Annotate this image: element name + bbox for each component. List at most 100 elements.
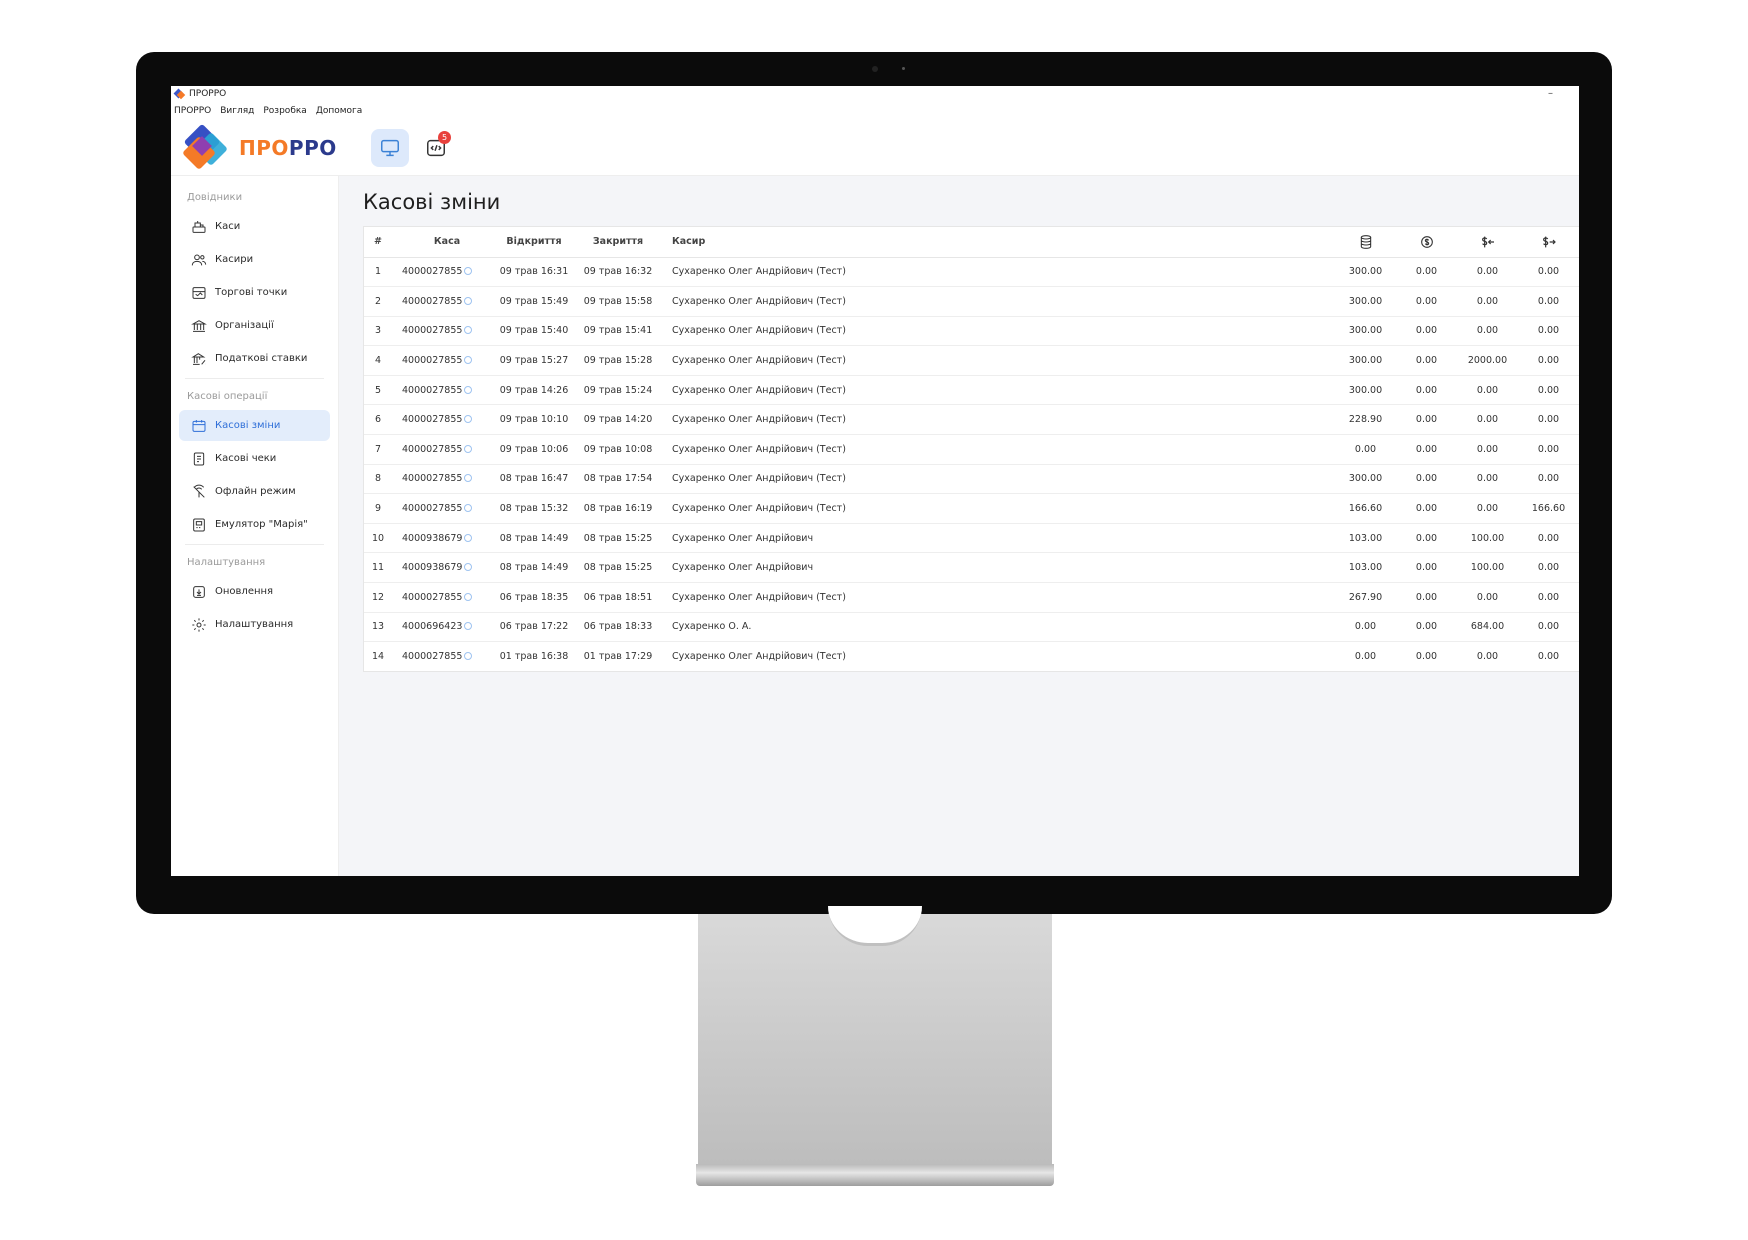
table-row[interactable]: 14 4000027855 01 трав 16:38 01 трав 17:29 Су… [364, 642, 1579, 672]
info-icon[interactable] [464, 474, 473, 483]
col-header-sales[interactable] [1335, 227, 1396, 258]
info-icon[interactable] [464, 533, 473, 542]
table-row[interactable]: 12 4000027855 06 трав 18:35 06 трав 18:51 Су… [364, 582, 1579, 613]
download-icon [193, 585, 205, 598]
col-header-cash-in[interactable] [1457, 227, 1518, 258]
col-header-kasa[interactable]: Каса [392, 227, 492, 258]
coins-stack-icon [1360, 234, 1371, 249]
info-icon[interactable] [464, 356, 473, 365]
cell-close-text: 09 трав 15:41 [583, 325, 653, 337]
cell-cash-in-text: 0.00 [1476, 503, 1499, 515]
cell-kasa-text: 4000027855 [402, 266, 463, 278]
col-header-close[interactable]: Закриття [576, 227, 660, 258]
sidebar-item-receipts[interactable]: Касові чеки [179, 443, 330, 474]
col-header-returns[interactable] [1396, 227, 1457, 258]
page-title: Касові зміни [363, 190, 501, 214]
cell-close: 01 трав 17:29 [576, 642, 660, 672]
table-row[interactable]: 13 4000696423 06 трав 17:22 06 трав 18:33 Су… [364, 612, 1579, 643]
cell-cash-in: 100.00 [1457, 552, 1518, 584]
cell-close: 06 трав 18:33 [576, 612, 660, 643]
cell-num: 8 [364, 464, 392, 495]
info-icon[interactable] [464, 444, 473, 453]
sidebar-item-tax-rates[interactable]: Податкові ставки [179, 343, 330, 374]
developer-button[interactable]: 5 [417, 129, 455, 167]
cell-cashier: Сухаренко Олег Андрійович (Тест) [660, 582, 1335, 613]
cell-returns-text: 0.00 [1415, 651, 1438, 663]
table-row[interactable]: 8 4000027855 08 трав 16:47 08 трав 17:54 Сух… [364, 464, 1579, 495]
cell-cash-in-text: 0.00 [1476, 325, 1499, 337]
col-header-cash-out[interactable] [1518, 227, 1579, 258]
col-header-open[interactable]: Відкриття [492, 227, 576, 258]
table-row[interactable]: 1 4000027855 09 трав 16:31 09 трав 16:32 Сух… [364, 257, 1579, 288]
cell-cash-out-text: 0.00 [1537, 651, 1560, 663]
cell-cashier-text: Сухаренко Олег Андрійович (Тест) [672, 473, 846, 485]
menu-view[interactable]: Вигляд [220, 106, 254, 116]
cell-sales: 300.00 [1335, 464, 1396, 495]
cell-sales: 228.90 [1335, 404, 1396, 436]
sidebar-item-shifts[interactable]: Касові зміни [179, 410, 330, 441]
info-icon[interactable] [464, 592, 473, 601]
bank-icon [191, 319, 207, 332]
sidebar-group-operations: Касові операції [187, 391, 268, 402]
sidebar-item-organizations[interactable]: Організації [179, 310, 330, 341]
monitor-view-button[interactable] [371, 128, 409, 167]
cell-cashier: Сухаренко Олег Андрійович (Тест) [660, 493, 1335, 524]
cell-kasa: 4000696423 [392, 612, 492, 643]
sidebar-item-cash-registers[interactable]: Каси [179, 211, 330, 242]
cell-cashier: Сухаренко Олег Андрійович (Тест) [660, 257, 1335, 288]
table-row[interactable]: 6 4000027855 09 трав 10:10 09 трав 14:20 Сух… [364, 404, 1579, 436]
minimize-button[interactable]: – [1548, 88, 1553, 99]
menu-help[interactable]: Допомога [316, 106, 362, 116]
table-row[interactable]: 9 4000027855 08 трав 15:32 08 трав 16:19 Сух… [364, 493, 1579, 524]
sidebar-item-cashiers[interactable]: Касири [179, 244, 330, 275]
cell-cashier: Сухаренко Олег Андрійович (Тест) [660, 316, 1335, 347]
logo[interactable]: ПРОРРО [182, 123, 363, 171]
cell-cash-out: 166.60 [1518, 493, 1579, 524]
info-icon[interactable] [464, 652, 473, 661]
cell-cashier-text: Сухаренко Олег Андрійович (Тест) [672, 266, 846, 278]
info-icon[interactable] [464, 267, 473, 276]
sidebar-item-settings[interactable]: Налаштування [179, 609, 330, 640]
cell-returns-text: 0.00 [1415, 355, 1438, 367]
app-header: ПРОРРО 5 [171, 120, 1579, 176]
emulator-icon [193, 518, 205, 531]
notification-badge: 5 [438, 130, 451, 144]
cell-sales: 166.60 [1335, 493, 1396, 524]
col-header-cashier[interactable]: Касир [660, 227, 1335, 258]
cell-close: 06 трав 18:51 [576, 582, 660, 613]
info-icon[interactable] [464, 563, 473, 572]
info-icon[interactable] [464, 504, 473, 513]
table-row[interactable]: 7 4000027855 09 трав 10:06 09 трав 10:08 Сух… [364, 434, 1579, 465]
sidebar-item-emulator[interactable]: Емулятор "Марія" [179, 509, 330, 540]
table-row[interactable]: 10 4000938679 08 трав 14:49 08 трав 15:25 Су… [364, 523, 1579, 554]
info-icon[interactable] [464, 385, 473, 394]
cell-num: 12 [364, 582, 392, 613]
info-icon[interactable] [464, 296, 473, 305]
cash-in-icon [1481, 236, 1494, 248]
cell-open-text: 09 трав 15:27 [499, 355, 569, 367]
cell-cashier: Сухаренко О. А. [660, 612, 1335, 643]
info-icon[interactable] [464, 326, 473, 335]
cell-cash-out-text: 0.00 [1537, 532, 1560, 544]
table-row[interactable]: 3 4000027855 09 трав 15:40 09 трав 15:41 Сух… [364, 316, 1579, 347]
cell-cash-in-text: 0.00 [1476, 384, 1499, 396]
info-icon[interactable] [464, 622, 473, 631]
menu-development[interactable]: Розробка [263, 106, 306, 116]
sidebar-item-stores[interactable]: Торгові точки [179, 277, 330, 308]
sidebar-item-offline-mode[interactable]: Офлайн режим [179, 476, 330, 507]
cell-kasa-text: 4000938679 [402, 562, 463, 574]
menu-prorro[interactable]: ПРОРРО [174, 106, 211, 116]
info-icon[interactable] [464, 415, 473, 424]
cell-sales-text: 0.00 [1354, 443, 1377, 455]
table-row[interactable]: 2 4000027855 09 трав 15:49 09 трав 15:58 Сух… [364, 286, 1579, 317]
col-header-num[interactable]: # [364, 227, 392, 258]
table-row[interactable]: 4 4000027855 09 трав 15:27 09 трав 15:28 Сух… [364, 345, 1579, 376]
cell-cash-in-text: 684.00 [1470, 621, 1505, 633]
cell-cash-out-text: 0.00 [1537, 325, 1560, 337]
sidebar-item-updates[interactable]: Оновлення [179, 576, 330, 607]
cell-close-text: 08 трав 16:19 [583, 503, 653, 515]
table-row[interactable]: 11 4000938679 08 трав 14:49 08 трав 15:25 Су… [364, 552, 1579, 584]
cell-cash-in-text: 0.00 [1476, 473, 1499, 485]
table-row[interactable]: 5 4000027855 09 трав 14:26 09 трав 15:24 Сух… [364, 375, 1579, 406]
receipt-icon [193, 452, 205, 465]
